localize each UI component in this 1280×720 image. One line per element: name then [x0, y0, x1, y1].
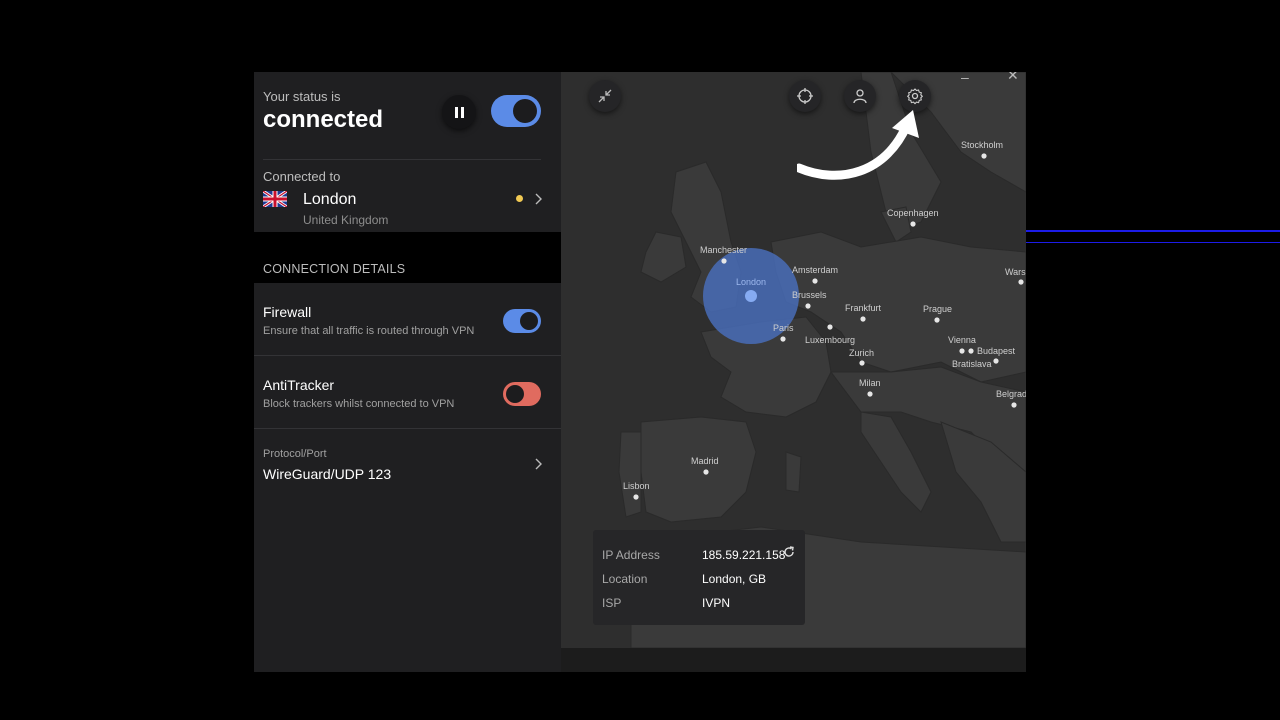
account-button[interactable]	[844, 80, 876, 112]
antitracker-toggle[interactable]	[503, 382, 541, 406]
pause-button[interactable]	[442, 95, 476, 129]
city-label: Vienna	[948, 335, 976, 345]
connection-details-title: CONNECTION DETAILS	[263, 262, 406, 276]
divider	[1026, 242, 1280, 243]
connection-info-box: IP Address 185.59.221.158 Location Londo…	[593, 530, 805, 625]
city-label: Paris	[773, 323, 794, 333]
status-label: Your status is	[263, 89, 341, 104]
arrow-icon	[797, 110, 919, 180]
city-label: Amsterdam	[792, 265, 838, 275]
gear-icon	[906, 88, 924, 105]
refresh-icon[interactable]	[783, 546, 795, 558]
firewall-description: Ensure that all traffic is routed throug…	[263, 325, 475, 337]
city-label: Madrid	[691, 456, 719, 466]
ip-address-value: 185.59.221.158	[702, 548, 786, 562]
minimize-map-button[interactable]	[589, 80, 621, 112]
connection-toggle[interactable]	[491, 95, 541, 127]
server-country: United Kingdom	[303, 213, 389, 227]
settings-button[interactable]	[899, 80, 931, 112]
window-minimize-button[interactable]: –	[961, 72, 969, 85]
ping-indicator	[516, 195, 523, 202]
city-label: Prague	[923, 304, 952, 314]
isp-value: IVPN	[702, 596, 731, 610]
protocol-label: Protocol/Port	[263, 448, 327, 460]
city-label: Copenhagen	[887, 208, 939, 218]
isp-label: ISP	[602, 596, 622, 610]
divider	[254, 428, 561, 429]
city-label: Lisbon	[623, 481, 650, 491]
city-label: Zurich	[849, 348, 874, 358]
antitracker-description: Block trackers whilst connected to VPN	[263, 398, 455, 410]
connected-to-label: Connected to	[263, 169, 341, 184]
antitracker-title: AntiTracker	[263, 377, 335, 393]
location-label: Location	[602, 572, 648, 586]
divider	[254, 355, 561, 356]
status-value: connected	[263, 106, 384, 133]
city-label: London	[736, 277, 766, 287]
location-value: London, GB	[702, 572, 767, 586]
status-section: Your status is connected	[254, 72, 561, 232]
app-window: Your status is connected Connected to Lo…	[254, 72, 1026, 672]
chevron-right-icon[interactable]	[533, 458, 545, 470]
firewall-toggle[interactable]	[503, 309, 541, 333]
city-label: Milan	[859, 378, 881, 388]
city-label: Stockholm	[961, 140, 1003, 150]
ip-address-label: IP Address	[602, 548, 660, 562]
window-close-button[interactable]: ✕	[1007, 72, 1019, 84]
city-label: Warsaw	[1005, 267, 1026, 277]
map-view[interactable]: Stockholm Copenhagen Manchester London A…	[561, 72, 1026, 649]
chevron-right-icon[interactable]	[533, 193, 545, 205]
city-label: Budapest	[977, 346, 1016, 356]
user-icon	[853, 89, 867, 104]
left-panel: Your status is connected Connected to Lo…	[254, 72, 561, 672]
minimize-map-icon	[598, 89, 612, 103]
protocol-value[interactable]: WireGuard/UDP 123	[263, 466, 391, 482]
uk-flag-icon	[263, 191, 287, 207]
firewall-title: Firewall	[263, 304, 312, 320]
crosshair-icon	[797, 88, 813, 104]
city-label: Manchester	[700, 245, 747, 255]
divider	[263, 159, 541, 160]
city-label: Belgrade	[996, 389, 1026, 399]
city-label: Luxembourg	[805, 335, 855, 345]
server-city[interactable]: London	[303, 191, 356, 209]
city-label: Brussels	[792, 290, 827, 300]
center-location-button[interactable]	[789, 80, 821, 112]
city-label: Frankfurt	[845, 303, 882, 313]
divider	[1026, 230, 1280, 232]
city-label: Bratislava	[952, 359, 992, 369]
pause-icon	[454, 106, 464, 118]
map-footer	[561, 648, 1026, 672]
